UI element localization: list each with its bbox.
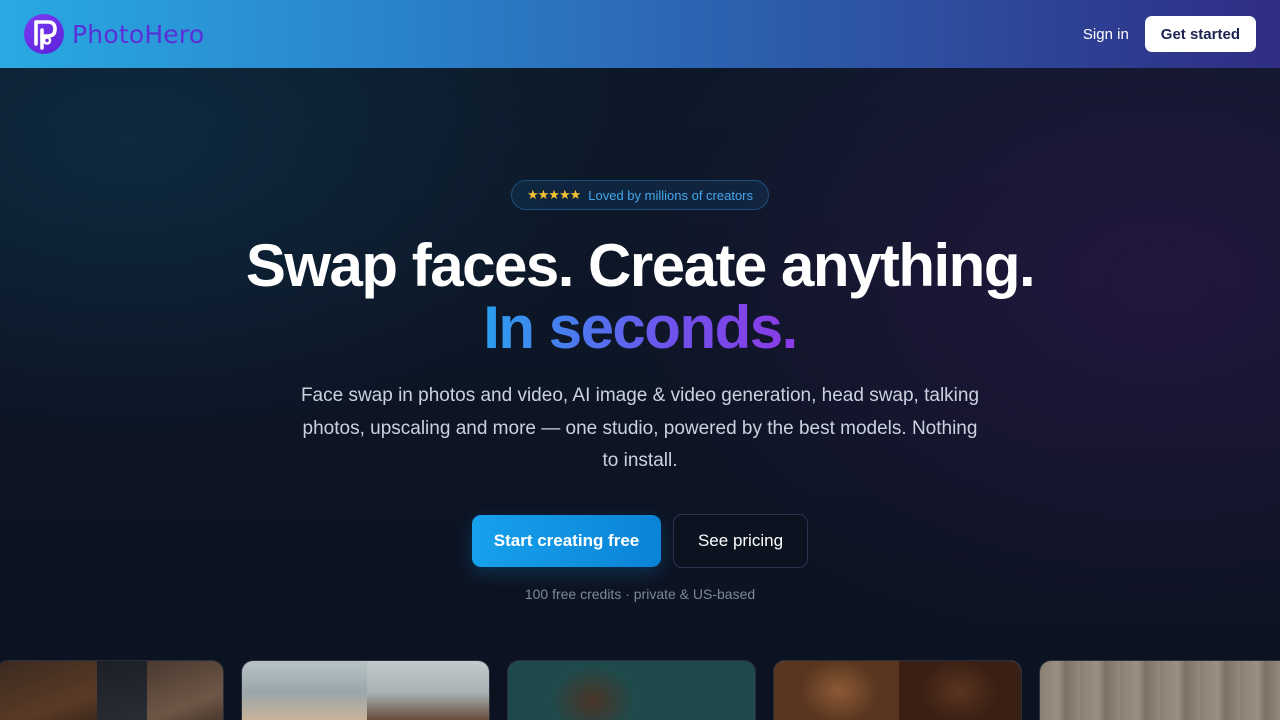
start-creating-button[interactable]: Start creating free [472, 515, 661, 567]
sign-in-link[interactable]: Sign in [1083, 26, 1129, 43]
hero-footnote: 100 free credits · private & US-based [524, 586, 756, 602]
rating-badge: ★★★★★ Loved by millions of creators [511, 180, 769, 210]
gallery-card-3[interactable] [507, 660, 756, 720]
gallery-image [147, 661, 223, 720]
gallery-card-4[interactable] [773, 660, 1022, 720]
star-rating-icon: ★★★★★ [526, 187, 581, 202]
gallery-card-2[interactable] [241, 660, 490, 720]
get-started-button[interactable]: Get started [1144, 16, 1256, 52]
gallery-card-1[interactable] [0, 660, 224, 720]
header-actions: Sign in Get started [1083, 16, 1256, 52]
badge-text: Loved by millions of creators [588, 187, 754, 203]
gallery-image [0, 661, 97, 720]
gallery-image [899, 661, 1021, 720]
gallery-image [774, 661, 899, 720]
gallery-image [97, 661, 147, 720]
brand-name: PhotoHero [72, 19, 205, 49]
see-pricing-button[interactable]: See pricing [673, 514, 808, 568]
brand-logo[interactable]: PhotoHero [24, 14, 204, 54]
hero-headline-accent-text: In seconds. [483, 294, 798, 361]
gallery-image [242, 661, 367, 720]
gallery-image [367, 661, 489, 720]
landing-page: PhotoHero Sign in Get started ★★★★★ Love… [0, 0, 1280, 720]
gallery-image [508, 661, 755, 720]
hero-headline-accent: In seconds. [0, 294, 1280, 362]
top-navigation-bar: PhotoHero Sign in Get started [0, 0, 1280, 68]
hero-headline: Swap faces. Create anything. [245, 232, 1036, 299]
gallery-card-5[interactable] [1039, 660, 1280, 720]
gallery-image [1040, 661, 1280, 720]
hero-subtitle: Face swap in photos and video, AI image … [300, 385, 980, 471]
photohero-logo-icon [24, 14, 64, 54]
